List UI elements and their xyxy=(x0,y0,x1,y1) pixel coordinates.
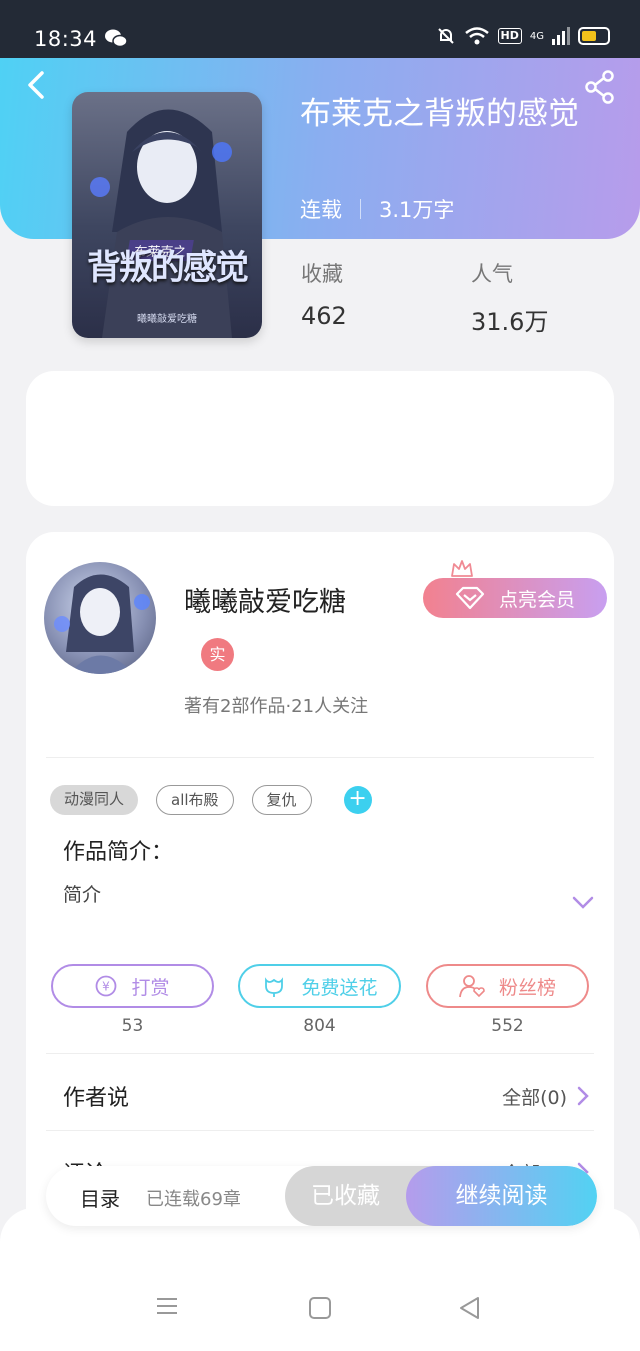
vip-button[interactable]: 点亮会员 xyxy=(423,578,607,618)
tag-item[interactable]: 动漫同人 xyxy=(50,785,139,815)
status-icons: HD 4G xyxy=(436,26,610,46)
chevron-down-icon[interactable] xyxy=(572,896,594,910)
author-says-count: 全部(0) xyxy=(502,1086,567,1109)
catalog-button[interactable]: 目录 xyxy=(80,1183,120,1212)
book-meta: 连载 3.1万字 xyxy=(300,194,454,224)
wechat-icon xyxy=(105,29,128,48)
reward-button[interactable]: ¥ 打赏 xyxy=(51,964,214,1008)
author-says-row[interactable]: 作者说 全部(0) xyxy=(63,1080,589,1112)
divider xyxy=(46,757,594,758)
bottom-area xyxy=(0,1208,640,1351)
stat-label: 人气 xyxy=(471,262,513,286)
user-heart-icon xyxy=(459,975,485,998)
book-title: 布莱克之背叛的感觉 xyxy=(300,96,579,132)
crown-icon xyxy=(451,560,473,577)
divider xyxy=(46,1053,594,1054)
empty-card xyxy=(26,371,614,506)
signal-icon xyxy=(552,27,570,45)
author-says-all[interactable]: 全部(0) xyxy=(502,1083,589,1110)
diamond-icon xyxy=(455,586,485,610)
author-avatar[interactable] xyxy=(44,562,156,674)
cover-title: 背叛的感觉 xyxy=(87,248,249,288)
book-word-count: 3.1万字 xyxy=(379,198,455,222)
reward-count: 53 xyxy=(121,1016,144,1036)
battery-icon xyxy=(578,27,610,45)
mute-bell-icon xyxy=(437,28,454,44)
book-status: 连载 xyxy=(300,198,342,222)
status-time: 18:34 xyxy=(34,27,98,51)
fan-ranking-button[interactable]: 粉丝榜 xyxy=(426,964,589,1008)
stat-popularity: 人气 31.6万 xyxy=(471,258,548,337)
yuan-coin-icon: ¥ xyxy=(96,975,117,997)
author-stats: 著有2部作品·21人关注 xyxy=(184,696,369,717)
svg-text:¥: ¥ xyxy=(103,980,111,994)
send-flower-button[interactable]: 免费送花 xyxy=(238,964,401,1008)
stat-value: 31.6万 xyxy=(471,308,549,336)
book-cover[interactable]: 布莱克之 背叛的感觉 曦曦敲爱吃糖 xyxy=(72,92,262,338)
fan-ranking-label: 粉丝榜 xyxy=(498,976,556,999)
status-bar: 18:34 HD 4G xyxy=(0,0,640,58)
continue-reading-button[interactable]: 继续阅读 xyxy=(406,1166,597,1226)
meta-divider xyxy=(360,199,361,219)
tag-item[interactable]: 复仇 xyxy=(251,785,312,815)
flower-icon xyxy=(265,977,284,997)
author-says-title: 作者说 xyxy=(63,1086,130,1111)
signal-label: 4G xyxy=(529,30,544,42)
home-icon[interactable] xyxy=(308,1296,332,1320)
menu-icon[interactable] xyxy=(155,1296,179,1316)
back-triangle-icon[interactable] xyxy=(458,1296,482,1320)
intro-text: 简介 xyxy=(63,884,102,906)
vip-button-label: 点亮会员 xyxy=(498,588,575,611)
tag-list: 动漫同人 all布殿 复仇 + xyxy=(50,785,372,815)
divider xyxy=(46,1130,594,1131)
author-name[interactable]: 曦曦敲爱吃糖 xyxy=(184,580,346,619)
avatar-illustration xyxy=(54,574,150,674)
reward-label: 打赏 xyxy=(131,976,170,999)
intro-label: 作品简介： xyxy=(63,840,174,865)
book-detail-card: 曦曦敲爱吃糖 实 著有2部作品·21人关注 点亮会员 动漫同人 all布殿 复仇… xyxy=(26,532,614,1252)
tag-item[interactable]: all布殿 xyxy=(156,785,234,815)
chapter-progress: 已连载69章 xyxy=(146,1189,241,1210)
stat-favorites: 收藏 462 xyxy=(301,258,347,330)
stat-label: 收藏 xyxy=(301,262,343,286)
fan-count: 552 xyxy=(491,1016,524,1036)
wifi-icon xyxy=(464,27,489,45)
stat-value: 462 xyxy=(301,302,347,330)
flower-count: 804 xyxy=(303,1016,336,1036)
cover-character-illustration xyxy=(90,109,232,338)
add-tag-button[interactable]: + xyxy=(343,786,372,814)
send-flower-label: 免费送花 xyxy=(301,976,378,999)
chevron-right-icon xyxy=(577,1086,589,1106)
hd-badge: HD xyxy=(497,28,522,44)
verified-badge: 实 xyxy=(201,638,234,671)
back-arrow-icon[interactable] xyxy=(22,70,52,100)
reading-bar: 目录 已连载69章 已收藏 继续阅读 xyxy=(46,1166,597,1226)
cover-author: 曦曦敲爱吃糖 xyxy=(137,314,197,325)
